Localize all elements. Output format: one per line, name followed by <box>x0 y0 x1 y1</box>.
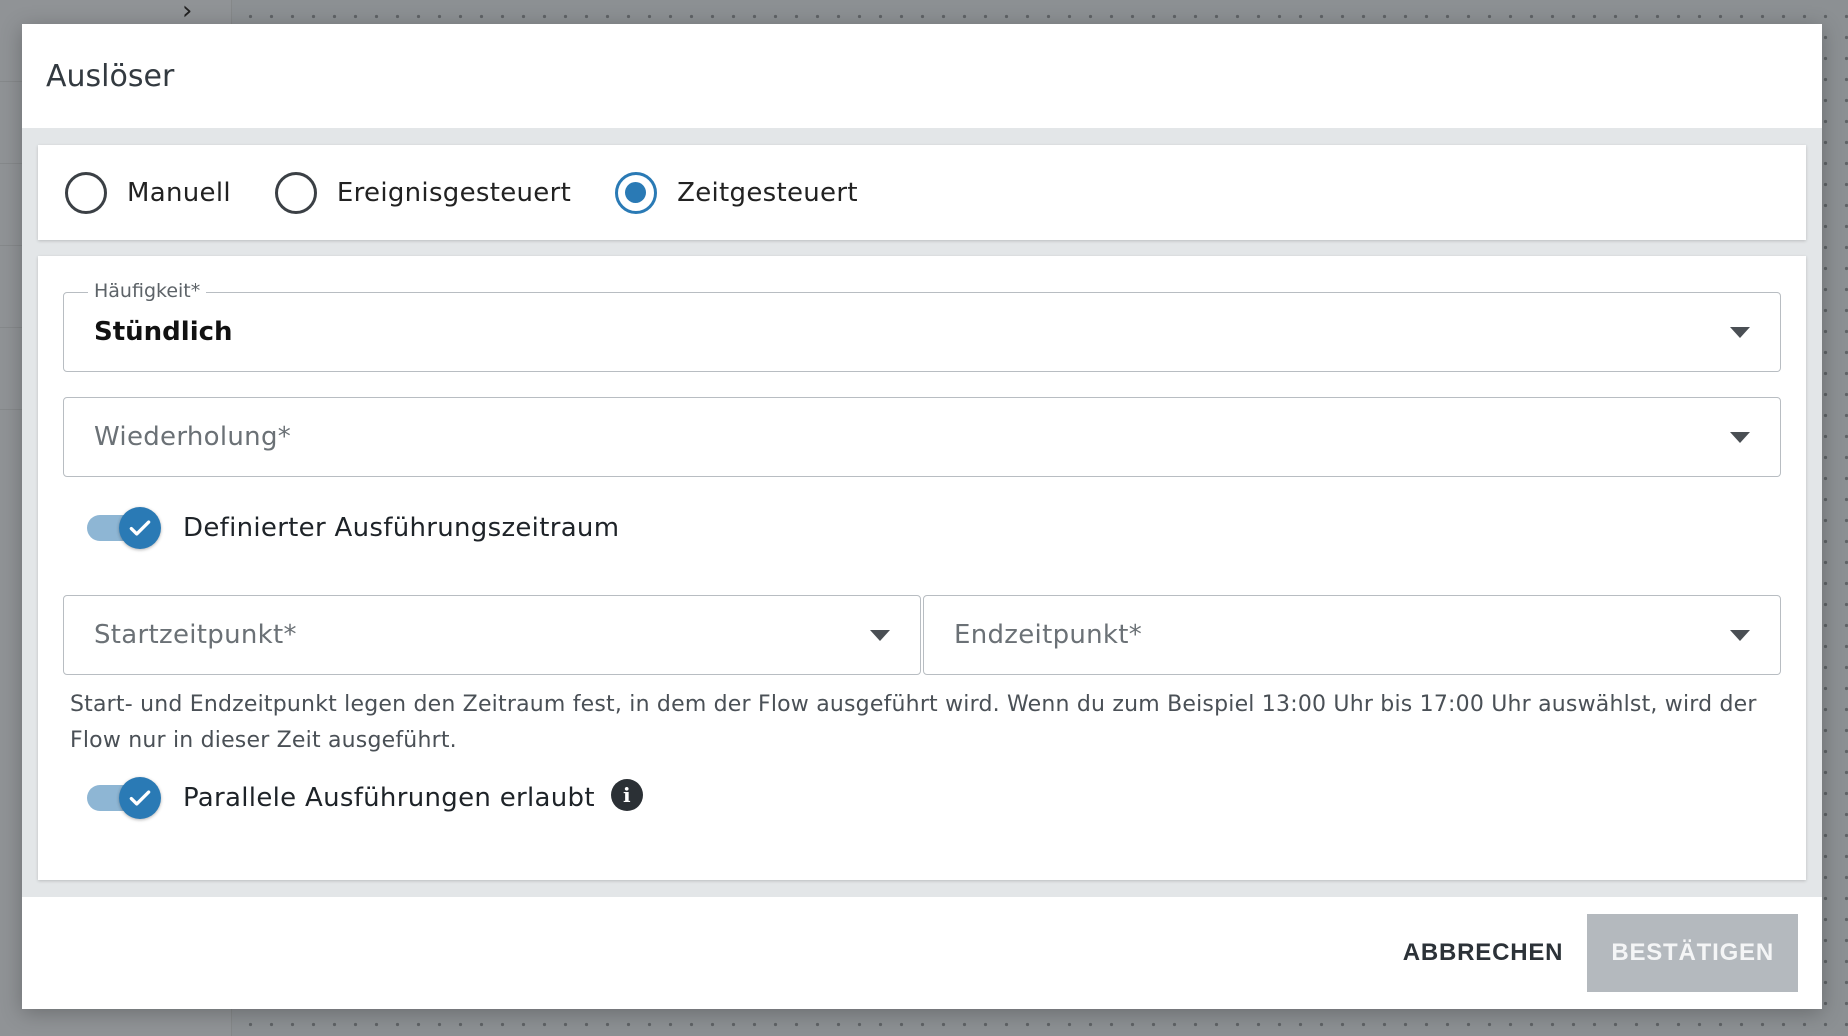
check-icon <box>129 790 151 806</box>
end-time-select[interactable]: Endzeitpunkt* <box>923 595 1781 675</box>
radio-option-scheduled[interactable]: Zeitgesteuert <box>615 171 858 214</box>
radio-option-event[interactable]: Ereignisgesteuert <box>274 171 572 214</box>
parallel-executions-toggle[interactable] <box>87 777 161 819</box>
time-range-row: Startzeitpunkt* Endzeitpunkt* <box>63 595 1781 675</box>
radio-label-scheduled: Zeitgesteuert <box>677 177 858 208</box>
radio-circle-manual[interactable] <box>65 171 107 214</box>
dialog-header: Auslöser <box>22 24 1822 128</box>
dialog-body: Manuell Ereignisgesteuert Zeitgesteuert … <box>22 128 1822 897</box>
defined-period-row: Definierter Ausführungszeitraum <box>63 503 1781 553</box>
start-time-select[interactable]: Startzeitpunkt* <box>63 595 921 675</box>
caret-down-icon[interactable] <box>1730 327 1750 338</box>
repetition-placeholder: Wiederholung* <box>94 422 292 452</box>
caret-down-icon[interactable] <box>1730 630 1750 641</box>
check-icon <box>129 520 151 536</box>
radio-circle-scheduled[interactable] <box>615 171 658 214</box>
defined-period-label: Definierter Ausführungszeitraum <box>183 513 620 543</box>
time-range-help-text: Start- und Endzeitpunkt legen den Zeitra… <box>70 692 1757 753</box>
toggle-knob <box>119 777 161 819</box>
dialog-title: Auslöser <box>46 58 175 94</box>
confirm-button[interactable]: BESTÄTIGEN <box>1587 914 1798 992</box>
defined-period-toggle[interactable] <box>87 507 161 549</box>
frequency-label: Häufigkeit* <box>88 280 207 302</box>
cancel-button[interactable]: ABBRECHEN <box>1403 939 1564 967</box>
chevron-right-icon: › <box>182 0 193 26</box>
frequency-value: Stündlich <box>94 317 233 347</box>
dialog-footer: ABBRECHEN BESTÄTIGEN <box>22 897 1822 1009</box>
caret-down-icon[interactable] <box>870 630 890 641</box>
frequency-select[interactable]: Häufigkeit* Stündlich <box>63 280 1781 372</box>
toggle-knob <box>119 507 161 549</box>
radio-circle-event[interactable] <box>274 171 317 214</box>
parallel-executions-label: Parallele Ausführungen erlaubt <box>183 783 595 813</box>
end-time-placeholder: Endzeitpunkt* <box>954 620 1143 650</box>
trigger-dialog: Auslöser Manuell Ereignisgesteuert Zeitg… <box>22 24 1822 1009</box>
caret-down-icon[interactable] <box>1730 432 1750 443</box>
radio-label-manual: Manuell <box>127 177 231 208</box>
start-time-placeholder: Startzeitpunkt* <box>94 620 297 650</box>
parallel-row: Parallele Ausführungen erlaubt i <box>63 773 1781 823</box>
schedule-form: Häufigkeit* Stündlich Wiederholung* Defi… <box>38 256 1806 880</box>
trigger-type-radio-group: Manuell Ereignisgesteuert Zeitgesteuert <box>38 145 1806 240</box>
radio-label-event: Ereignisgesteuert <box>336 177 572 208</box>
repetition-select[interactable]: Wiederholung* <box>63 397 1781 477</box>
info-icon[interactable]: i <box>610 779 643 811</box>
radio-option-manual[interactable]: Manuell <box>65 171 231 214</box>
